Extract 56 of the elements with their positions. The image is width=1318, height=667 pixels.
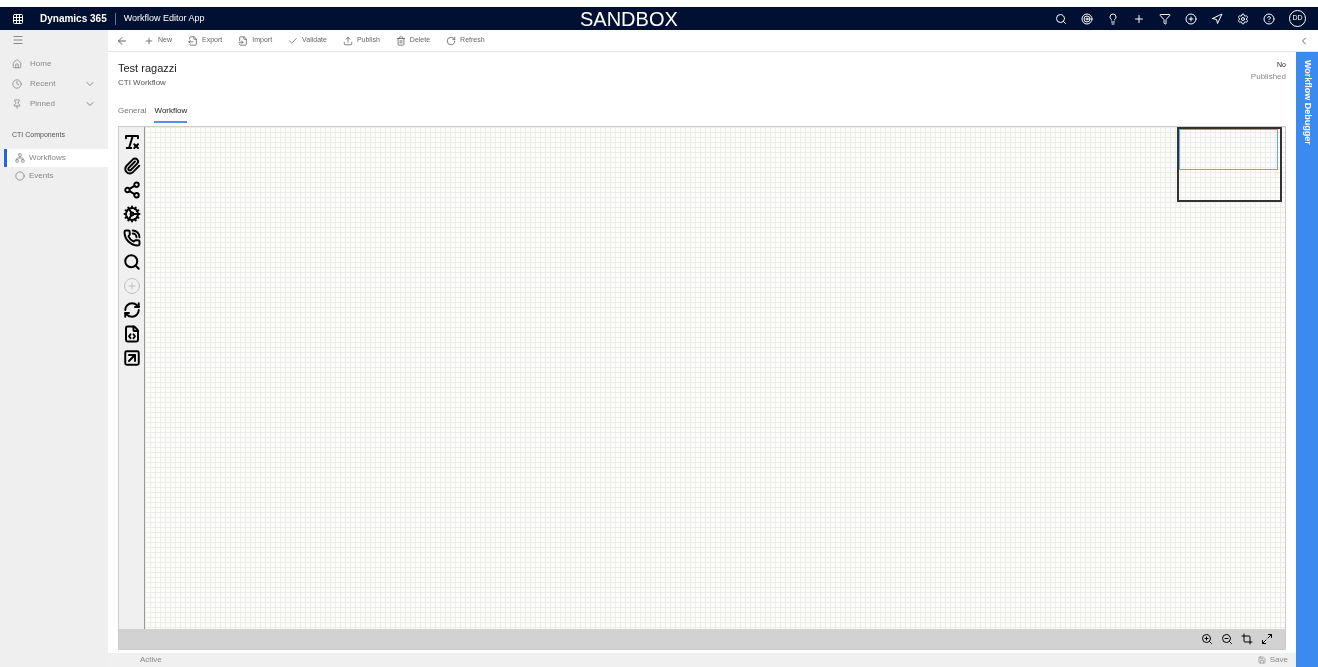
nav-item[interactable]: Home <box>0 54 108 74</box>
zoom-out-icon[interactable] <box>1221 633 1233 645</box>
help-icon[interactable] <box>1263 12 1275 25</box>
tab[interactable]: General <box>118 104 147 123</box>
circle-icon <box>15 170 25 181</box>
crop-icon[interactable] <box>1241 633 1253 645</box>
clock-icon <box>12 79 22 89</box>
filter-icon[interactable] <box>1159 12 1171 25</box>
target-icon[interactable] <box>1081 12 1093 25</box>
file-icon[interactable] <box>122 324 141 343</box>
nav-item[interactable]: Recent <box>0 74 108 94</box>
app-launcher-icon[interactable] <box>12 12 24 25</box>
refresh-icon[interactable] <box>122 300 141 319</box>
pin-icon <box>12 99 22 109</box>
lightbulb-icon[interactable] <box>1107 12 1119 25</box>
branch-icon[interactable] <box>122 180 141 199</box>
record-subtitle: CTI Workflow <box>118 76 167 89</box>
zoom-in-icon[interactable] <box>1201 633 1213 645</box>
debugger-label: Workflow Debugger <box>1301 60 1314 147</box>
nav-item[interactable]: Workflows <box>4 148 108 167</box>
plus-icon[interactable] <box>1133 12 1145 25</box>
checkmark-icon <box>288 35 299 46</box>
plus-icon <box>144 35 154 46</box>
navigation-icon[interactable] <box>1211 12 1223 25</box>
minimap[interactable] <box>1177 126 1282 202</box>
nav-item[interactable]: Pinned <box>0 94 108 114</box>
search-icon[interactable] <box>122 252 141 271</box>
fullscreen-icon[interactable] <box>1261 633 1273 645</box>
settings-icon[interactable] <box>1237 12 1249 25</box>
upload-icon <box>342 35 353 46</box>
home-icon <box>12 59 22 69</box>
tab[interactable]: Workflow <box>154 104 188 123</box>
paperclip-icon[interactable] <box>122 156 141 175</box>
phone-icon[interactable] <box>122 228 141 247</box>
save-icon <box>1257 656 1266 664</box>
minimap-viewport[interactable] <box>1179 128 1278 170</box>
environment-label: SANDBOX <box>580 8 678 29</box>
status-label: Published <box>1250 70 1286 83</box>
export-icon <box>188 35 198 46</box>
refresh-icon <box>446 35 457 46</box>
nav-item[interactable]: Events <box>4 166 108 185</box>
trash-icon <box>395 35 406 46</box>
flowchart-icon <box>15 152 25 163</box>
save-button[interactable]: Save <box>1257 654 1288 666</box>
app-name[interactable]: Workflow Editor App <box>123 11 205 26</box>
menu-icon[interactable] <box>12 34 24 46</box>
brand-name[interactable]: Dynamics 365 <box>40 11 107 26</box>
external-link-icon[interactable] <box>122 348 141 367</box>
record-title: Test ragazzi <box>118 61 177 76</box>
record-state: Active <box>140 654 162 666</box>
debugger-panel-tab[interactable]: Workflow Debugger <box>1296 52 1318 667</box>
search-icon[interactable] <box>1055 12 1067 25</box>
gear-icon[interactable] <box>122 204 141 223</box>
clear-format-icon[interactable] <box>122 132 141 151</box>
import-icon <box>238 35 249 46</box>
back-icon[interactable] <box>116 34 128 47</box>
